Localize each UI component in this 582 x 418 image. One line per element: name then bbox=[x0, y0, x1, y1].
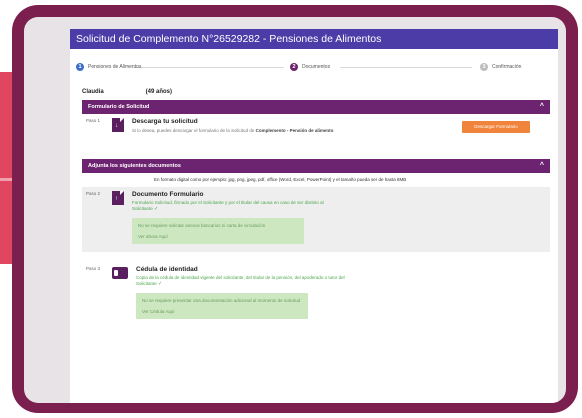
view-link[interactable]: Ver Cédula Aquí bbox=[142, 309, 302, 314]
formulario-section-header[interactable]: Formulario de Solicitud ^ bbox=[82, 100, 550, 114]
tablet-frame: Solicitud de Complemento N°26529282 - Pe… bbox=[12, 5, 578, 413]
stepper-connector bbox=[134, 67, 284, 68]
page-title: Solicitud de Complemento N°26529282 - Pe… bbox=[70, 29, 558, 49]
view-link[interactable]: Ver ahora Aquí bbox=[138, 234, 298, 239]
document-title: Documento Formulario bbox=[132, 191, 204, 198]
applicant-age: (49 años) bbox=[145, 89, 173, 95]
step-label: Documentos bbox=[302, 64, 331, 70]
step-1[interactable]: 1 Pensiones de Alimentos bbox=[76, 63, 141, 71]
download-form-description: Si lo desea, puedes descargar el formula… bbox=[132, 128, 335, 133]
document-download-icon: ↓ bbox=[112, 118, 124, 132]
step-number: 3 bbox=[480, 63, 488, 71]
step-tag: Paso 1 bbox=[86, 118, 101, 123]
document-requirement: Copia de la cédula de identidad vigente … bbox=[136, 275, 345, 287]
tablet-screen: Solicitud de Complemento N°26529282 - Pe… bbox=[24, 17, 566, 403]
adjunta-section-header[interactable]: Adjunta los siguientes documentos ^ bbox=[82, 159, 550, 173]
download-form-title: Descarga tu solicitud bbox=[132, 118, 198, 125]
chevron-up-icon[interactable]: ^ bbox=[540, 100, 544, 114]
document-item: Paso 3 Cédula de identidad Copia de la c… bbox=[82, 262, 550, 327]
document-formulario-body: Documento Formulario Formulario Solicitu… bbox=[132, 187, 342, 244]
step-number: 2 bbox=[290, 63, 298, 71]
info-text: No se requiere presentar otra documentac… bbox=[142, 298, 301, 303]
document-item: Paso 2 ↑ Documento Formulario Formulario… bbox=[82, 187, 550, 252]
document-requirement: Formulario Solicitud, firmado por el Sol… bbox=[132, 200, 324, 212]
step-tag: Paso 2 bbox=[86, 191, 101, 196]
id-card-icon[interactable] bbox=[112, 267, 128, 279]
step-tag: Paso 3 bbox=[86, 266, 101, 271]
document-cedula-body: Cédula de identidad Copia de la cédula d… bbox=[136, 262, 346, 319]
applicant-name: Claudia bbox=[82, 89, 104, 95]
progress-stepper: 1 Pensiones de Alimentos 2 Documentos 3 … bbox=[70, 57, 558, 81]
document-cedula-row: Paso 3 Cédula de identidad Copia de la c… bbox=[82, 262, 550, 319]
step-number: 1 bbox=[76, 63, 84, 71]
section-title: Formulario de Solicitud bbox=[88, 104, 150, 110]
check-icon: ✓ bbox=[154, 206, 159, 212]
chevron-up-icon[interactable]: ^ bbox=[540, 159, 544, 173]
step-2[interactable]: 2 Documentos bbox=[290, 63, 330, 71]
document-title: Cédula de identidad bbox=[136, 266, 198, 273]
download-form-row: Paso 1 ↓ Descarga tu solicitud Si lo des… bbox=[82, 114, 550, 154]
download-form-button[interactable]: Descargar Formulario bbox=[462, 121, 530, 133]
application-page: Solicitud de Complemento N°26529282 - Pe… bbox=[70, 29, 558, 403]
stepper-connector bbox=[340, 67, 472, 68]
download-form-body: Descarga tu solicitud Si lo desea, puede… bbox=[132, 114, 372, 154]
step-3[interactable]: 3 Confirmación bbox=[480, 63, 521, 71]
document-upload-icon[interactable]: ↑ bbox=[112, 191, 124, 205]
step-label: Pensiones de Alimentos bbox=[88, 64, 142, 70]
file-format-note: En formato digital como por ejemplo: jpg… bbox=[154, 177, 407, 182]
section-title: Adjunta los siguientes documentos bbox=[88, 163, 181, 169]
check-icon: ✓ bbox=[158, 281, 163, 287]
document-info-box: No se requiere presentar otra documentac… bbox=[136, 293, 308, 319]
info-text: No se requiere solicitar anexos bancario… bbox=[138, 223, 266, 228]
applicant-row: Claudia (49 años) bbox=[82, 89, 558, 95]
step-label: Confirmación bbox=[492, 64, 522, 70]
document-info-box: No se requiere solicitar anexos bancario… bbox=[132, 218, 304, 244]
document-formulario-row: Paso 2 ↑ Documento Formulario Formulario… bbox=[82, 187, 550, 244]
